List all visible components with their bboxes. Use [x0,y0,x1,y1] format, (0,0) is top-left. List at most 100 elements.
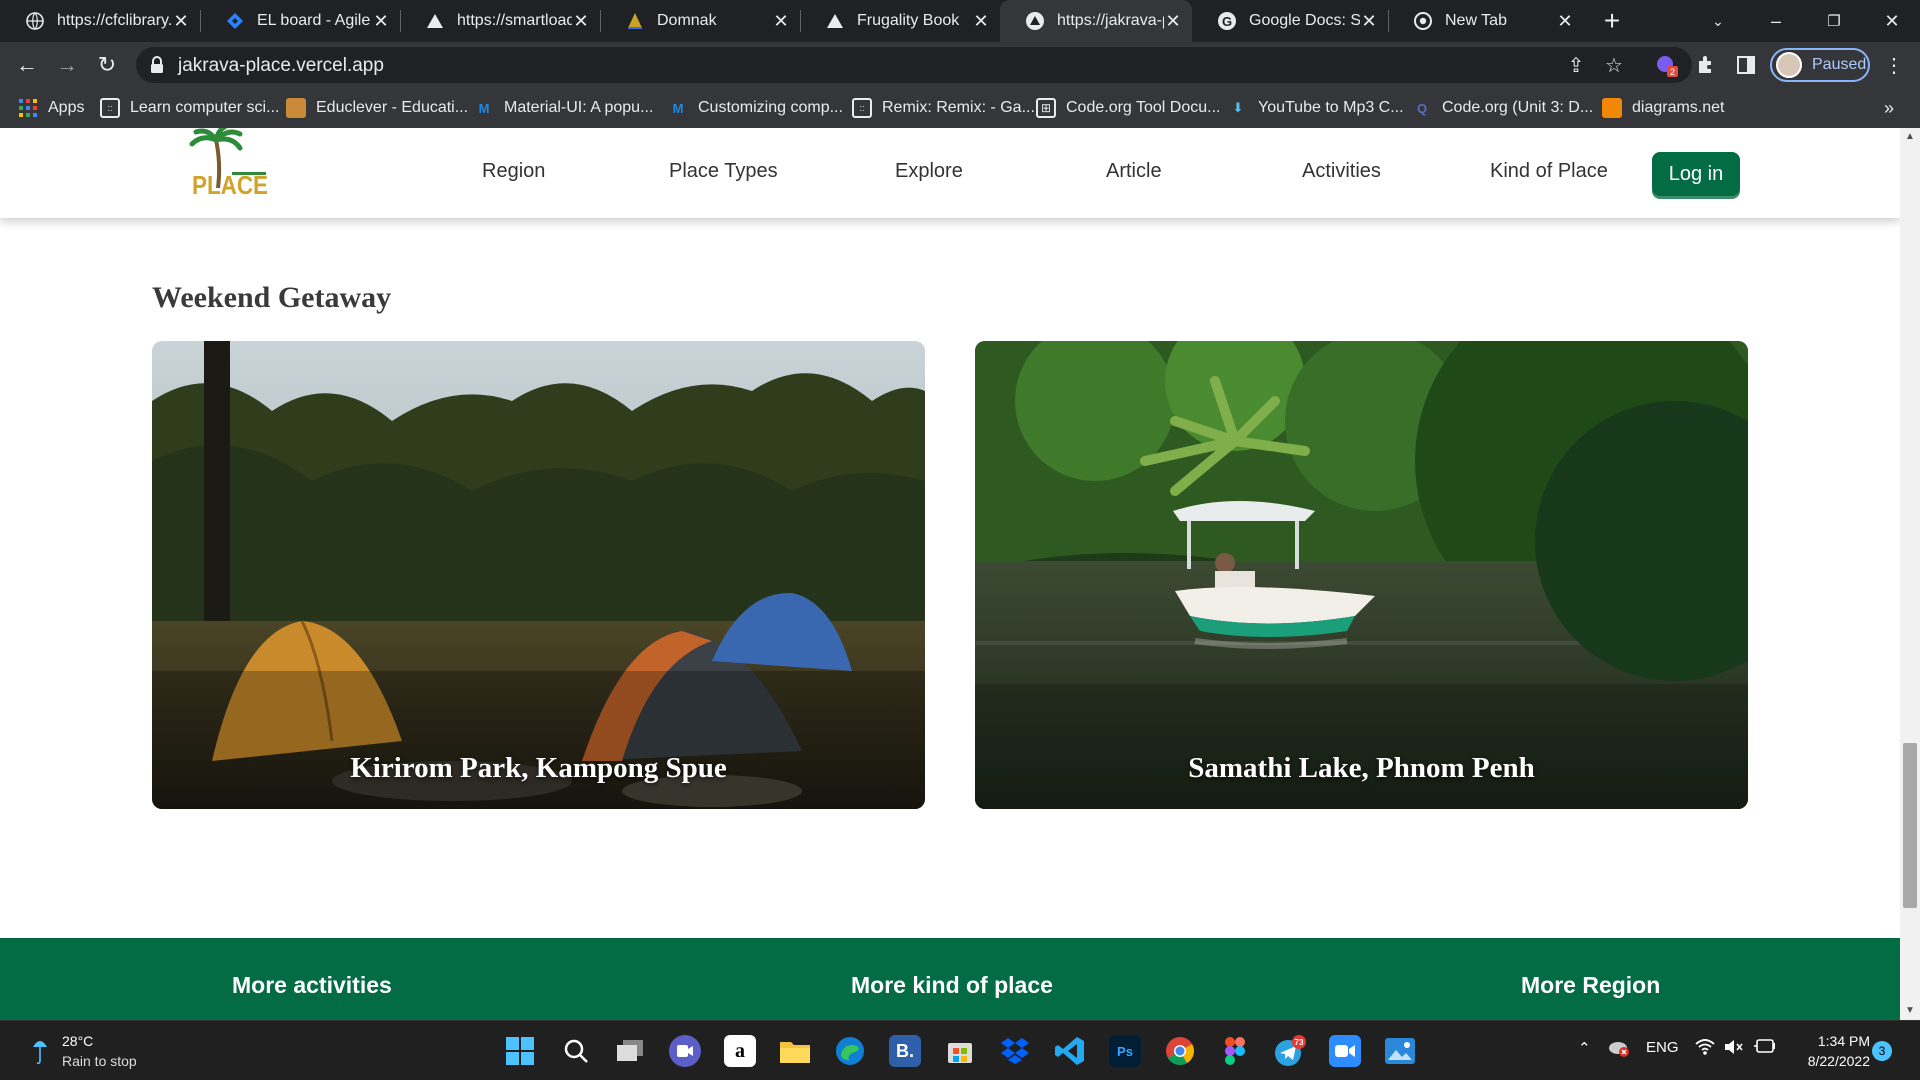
browser-tab[interactable]: Domnak ✕ [600,0,800,42]
language-indicator[interactable]: ENG [1646,1039,1679,1056]
restore-icon[interactable]: ❐ [1808,0,1860,42]
bookmark-site-icon: Q [1416,100,1428,116]
vercel-icon [825,11,845,31]
nav-kind-of-place[interactable]: Kind of Place [1490,160,1608,183]
nav-explore[interactable]: Explore [895,160,963,183]
edge-browser-icon[interactable] [834,1035,866,1067]
login-button[interactable]: Log in [1652,152,1740,196]
search-icon[interactable] [560,1035,592,1067]
extension-icon[interactable]: 2 [1652,51,1680,79]
place-card-kirirom[interactable]: Kirirom Park, Kampong Spue [152,341,925,809]
photoshop-icon[interactable]: Ps [1109,1035,1141,1067]
close-tab-icon[interactable]: ✕ [572,11,590,32]
apps-grid-icon [18,98,38,118]
network-error-icon[interactable] [1608,1039,1630,1061]
extensions-puzzle-icon[interactable] [1692,51,1720,79]
browser-tab[interactable]: New Tab ✕ [1388,0,1584,42]
section-title: Weekend Getaway [152,281,392,314]
taskbar-clock[interactable]: 1:34 PM 8/22/2022 [1790,1031,1870,1071]
microsoft-store-icon[interactable] [944,1035,976,1067]
place-card-samathi[interactable]: Samathi Lake, Phnom Penh [975,341,1748,809]
b-app-icon[interactable]: B. [889,1035,921,1067]
reload-icon[interactable]: ↻ [92,50,122,80]
telegram-icon[interactable]: 73 [1274,1035,1306,1067]
dropbox-icon[interactable] [999,1035,1031,1067]
battery-icon[interactable] [1754,1039,1776,1057]
lock-icon[interactable] [150,56,164,74]
weather-widget[interactable]: 28°C Rain to stop [28,1031,137,1071]
close-tab-icon[interactable]: ✕ [772,11,790,32]
close-tab-icon[interactable]: ✕ [1556,11,1574,32]
close-tab-icon[interactable]: ✕ [1360,11,1378,32]
show-hidden-icons-chevron-icon[interactable]: ⌃ [1578,1039,1591,1057]
bookmark-label: Customizing comp... [698,99,843,116]
scroll-up-icon[interactable]: ▲ [1900,128,1920,146]
bookmark-label: YouTube to Mp3 C... [1258,99,1404,116]
notification-badge[interactable]: 3 [1872,1041,1892,1061]
tab-search-chevron-icon[interactable]: ⌄ [1692,0,1744,42]
teams-chat-icon[interactable] [669,1035,701,1067]
new-tab-icon[interactable]: + [1597,0,1627,42]
close-tab-icon[interactable]: ✕ [1164,11,1182,32]
forward-arrow-icon[interactable]: → [52,50,82,80]
extension-badge: 2 [1670,67,1675,77]
bookmark-item[interactable]: :: Remix: Remix: - Ga... [852,88,1035,128]
bookmark-item[interactable]: :: Learn computer sci... [100,88,279,128]
close-window-icon[interactable]: ✕ [1866,0,1918,42]
volume-muted-icon[interactable] [1724,1039,1744,1059]
menu-kebab-icon[interactable]: ⋮ [1880,51,1908,79]
back-arrow-icon[interactable]: ← [12,50,42,80]
bookmark-apps[interactable]: Apps [18,88,84,128]
amazon-app-icon[interactable]: a [724,1035,756,1067]
page-scrollbar[interactable]: ▲ ▼ [1900,128,1920,1020]
browser-tab[interactable]: Frugality Book ✕ [800,0,1000,42]
browser-tab[interactable]: https://cfclibrary.w ✕ [0,0,200,42]
browser-tab[interactable]: https://smartload ✕ [400,0,600,42]
card-caption: Samathi Lake, Phnom Penh [1188,752,1535,784]
url-text[interactable]: jakrava-place.vercel.app [178,55,384,77]
close-tab-icon[interactable]: ✕ [172,11,190,32]
address-bar[interactable]: jakrava-place.vercel.app ⇪ ☆ [136,47,1692,83]
tab-title: New Tab [1445,12,1507,29]
task-view-icon[interactable] [614,1035,646,1067]
vscode-icon[interactable] [1054,1035,1086,1067]
bookmark-item[interactable]: M Customizing comp... [668,88,843,128]
scrollbar-thumb[interactable] [1903,743,1917,908]
bookmark-item[interactable]: M Material-UI: A popu... [474,88,654,128]
bookmark-star-icon[interactable]: ☆ [1602,53,1626,77]
more-bookmarks-icon[interactable]: » [1884,88,1894,128]
minimize-icon[interactable]: – [1750,0,1802,42]
close-tab-icon[interactable]: ✕ [972,11,990,32]
file-explorer-icon[interactable] [779,1035,811,1067]
close-tab-icon[interactable]: ✕ [372,11,390,32]
bookmark-item[interactable]: ⬇ YouTube to Mp3 C... [1228,88,1404,128]
place-logo[interactable]: PLACE [188,128,272,198]
clock-time: 1:34 PM [1817,1033,1870,1049]
figma-icon[interactable] [1219,1035,1251,1067]
footer-heading-activities[interactable]: More activities [232,972,392,999]
photos-icon[interactable] [1384,1035,1416,1067]
nav-activities[interactable]: Activities [1302,160,1381,183]
profile-button[interactable]: Paused [1770,48,1870,82]
bookmark-item[interactable]: Q Code.org (Unit 3: D... [1412,88,1593,128]
umbrella-icon [33,1041,47,1065]
nav-region[interactable]: Region [482,160,545,183]
nav-article[interactable]: Article [1106,160,1162,183]
nav-place-types[interactable]: Place Types [669,160,778,183]
bookmark-item[interactable]: diagrams.net [1602,88,1725,128]
chrome-taskbar-icon[interactable] [1164,1035,1196,1067]
bookmark-item[interactable]: ⊞ Code.org Tool Docu... [1036,88,1220,128]
browser-tab[interactable]: G Google Docs: Sign ✕ [1192,0,1388,42]
footer-heading-kind-of-place[interactable]: More kind of place [851,972,1053,999]
windows-start-icon[interactable] [504,1035,536,1067]
side-panel-icon[interactable] [1732,51,1760,79]
scroll-down-icon[interactable]: ▼ [1900,1002,1920,1020]
wifi-icon[interactable] [1695,1039,1715,1059]
browser-tab[interactable]: EL board - Agile b ✕ [200,0,400,42]
browser-tab-active[interactable]: https://jakrava-pl ✕ [1000,0,1192,42]
bookmark-label: Learn computer sci... [130,99,280,116]
bookmark-item[interactable]: Educlever - Educati... [286,88,468,128]
share-icon[interactable]: ⇪ [1564,53,1588,77]
zoom-icon[interactable] [1329,1035,1361,1067]
footer-heading-region[interactable]: More Region [1521,972,1660,999]
